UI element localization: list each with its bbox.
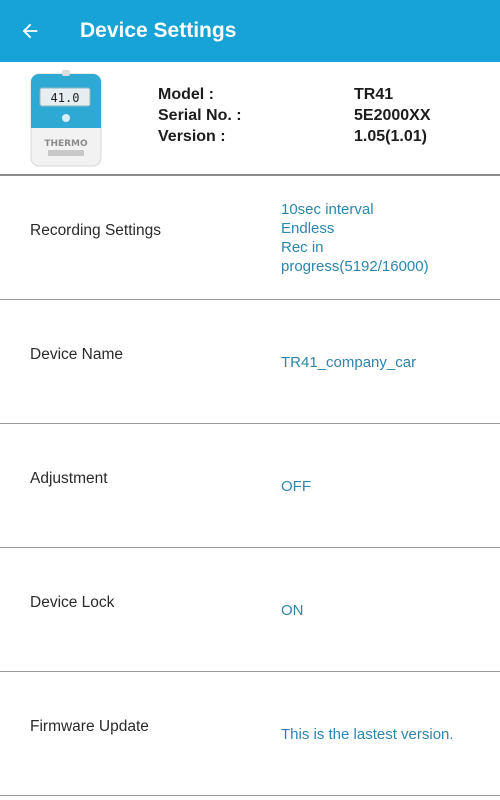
device-info-header: 41.0 THERMO Model : TR41 Serial No. : 5E… xyxy=(0,62,500,176)
version-label: Version : xyxy=(158,127,226,145)
setting-value: 10sec interval Endless Rec in progress(5… xyxy=(281,201,429,275)
setting-label: Firmware Update xyxy=(30,718,149,735)
version-value: 1.05(1.01) xyxy=(354,127,427,145)
model-value: TR41 xyxy=(354,85,394,103)
device-display-text: 41.0 xyxy=(51,91,80,105)
setting-device-lock[interactable]: Device Lock ON xyxy=(0,548,500,672)
device-image: 41.0 THERMO xyxy=(30,70,102,167)
back-button[interactable] xyxy=(0,0,60,62)
model-label: Model : xyxy=(158,85,214,103)
page-title: Device Settings xyxy=(80,19,237,42)
device-brand-text: THERMO xyxy=(44,139,88,149)
setting-value: ON xyxy=(281,602,304,619)
setting-label: Device Lock xyxy=(30,594,115,611)
setting-recording[interactable]: Recording Settings 10sec interval Endles… xyxy=(0,176,500,300)
setting-label: Adjustment xyxy=(30,470,108,487)
device-info-table: Model : TR41 Serial No. : 5E2000XX Versi… xyxy=(158,84,431,147)
app-bar: Device Settings xyxy=(0,0,500,62)
arrow-left-icon xyxy=(22,23,38,39)
setting-adjustment[interactable]: Adjustment OFF xyxy=(0,424,500,548)
setting-value: This is the lastest version. xyxy=(281,726,454,743)
setting-label: Device Name xyxy=(30,346,124,363)
setting-label: Recording Settings xyxy=(30,222,161,239)
serial-value: 5E2000XX xyxy=(354,106,431,124)
setting-device-name[interactable]: Device Name TR41_company_car xyxy=(0,300,500,424)
setting-value: OFF xyxy=(281,478,311,495)
serial-label: Serial No. : xyxy=(158,106,242,124)
setting-value: TR41_company_car xyxy=(281,354,417,371)
setting-firmware-update[interactable]: Firmware Update This is the lastest vers… xyxy=(0,672,500,796)
